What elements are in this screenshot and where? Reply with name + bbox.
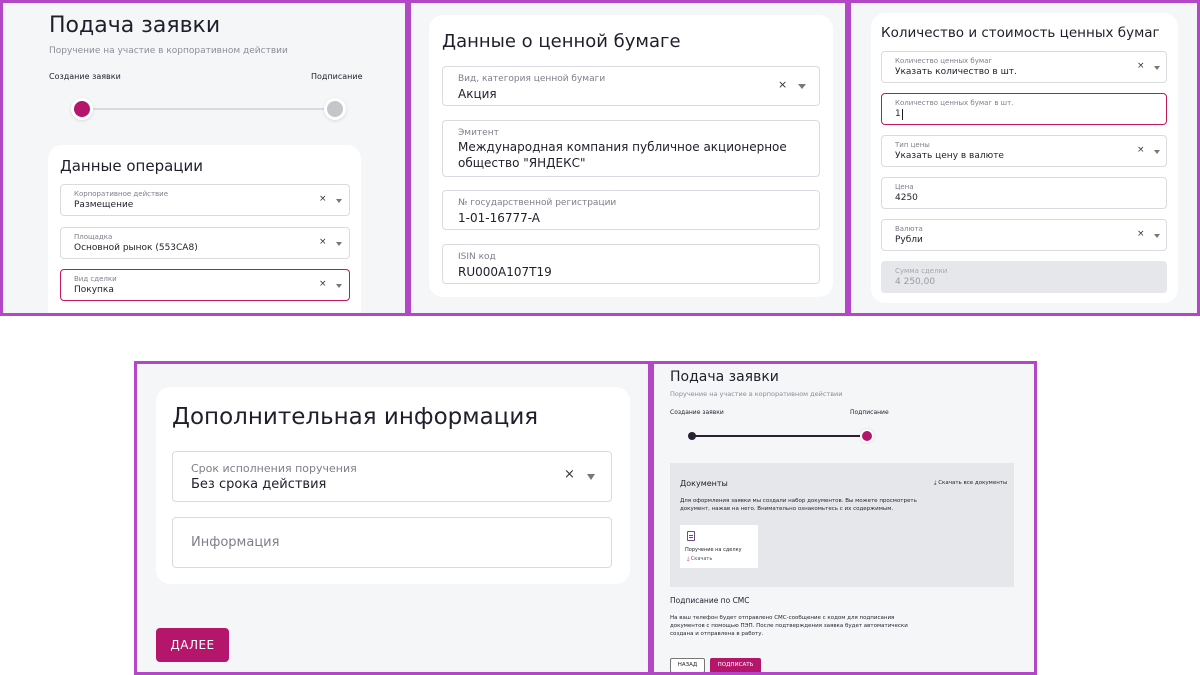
quantity-mode-select[interactable]: Количество ценных бумаг Указать количест… xyxy=(881,51,1167,83)
sms-title: Подписание по СМС xyxy=(670,596,750,605)
chevron-down-icon[interactable] xyxy=(336,199,342,203)
chevron-down-icon[interactable] xyxy=(1154,66,1160,70)
clear-x-icon[interactable]: × xyxy=(319,194,327,204)
document-download-link[interactable]: ⤓ Скачать xyxy=(687,556,712,562)
documents-text: Для оформления заявки мы создали набор д… xyxy=(680,498,917,504)
price-input[interactable]: Цена 4250 xyxy=(881,177,1167,209)
price-type-select[interactable]: Тип цены Указать цену в валюте × xyxy=(881,135,1167,167)
step-dot-sign xyxy=(327,101,343,117)
clear-x-icon[interactable]: × xyxy=(319,279,327,289)
section-title: Дополнительная информация xyxy=(172,404,539,430)
panel-quantity-price: Количество и стоимость ценных бумаг Коли… xyxy=(848,0,1200,316)
execution-term-select[interactable]: Срок исполнения поручения Без срока дейс… xyxy=(172,451,612,502)
text-cursor xyxy=(902,109,903,120)
deal-type-select[interactable]: Вид сделки Покупка × xyxy=(60,269,350,301)
step-dot-create xyxy=(74,101,90,117)
document-card[interactable]: Поручение на сделку ⤓ Скачать xyxy=(680,525,758,568)
step-dot-sign xyxy=(862,431,872,441)
clear-x-icon[interactable]: × xyxy=(1137,61,1145,71)
currency-select[interactable]: Валюта Рубли × xyxy=(881,219,1167,251)
section-title: Данные операции xyxy=(60,157,203,175)
page-subtitle: Поручение на участие в корпоративном дей… xyxy=(49,46,288,56)
step-label-sign: Подписание xyxy=(311,72,363,81)
step-label-create: Создание заявки xyxy=(670,409,724,416)
deal-amount-field: Сумма сделки 4 250,00 xyxy=(881,261,1167,293)
panel-security-data: Данные о ценной бумаге Вид, категория це… xyxy=(408,0,848,316)
registration-number-field[interactable]: № государственной регистрации 1-01-16777… xyxy=(442,190,820,230)
section-title: Данные о ценной бумаге xyxy=(442,31,681,52)
chevron-down-icon[interactable] xyxy=(798,84,806,89)
isin-field[interactable]: ISIN код RU000A107T19 xyxy=(442,244,820,284)
document-icon xyxy=(687,531,695,541)
panel-order-sign: Подача заявки Поручение на участие в кор… xyxy=(651,361,1037,675)
clear-x-icon[interactable]: × xyxy=(564,467,575,482)
page-title: Подача заявки xyxy=(49,13,221,38)
security-data-card: Данные о ценной бумаге Вид, категория це… xyxy=(429,15,833,297)
clear-x-icon[interactable]: × xyxy=(1137,145,1145,155)
operation-data-card: Данные операции Корпоративное действие Р… xyxy=(48,145,361,313)
chevron-down-icon[interactable] xyxy=(1154,234,1160,238)
documents-title: Документы xyxy=(680,479,728,488)
documents-section: Документы ⤓ Скачать все документы Для оф… xyxy=(670,463,1014,587)
additional-info-card: Дополнительная информация Срок исполнени… xyxy=(156,387,630,584)
sms-text: создана и отправлена в работу. xyxy=(670,631,764,637)
issuer-field[interactable]: Эмитент Международная компания публичное… xyxy=(442,120,820,177)
sms-text: документов с помощью ПЭП. После подтверж… xyxy=(670,623,908,629)
document-name: Поручение на сделку xyxy=(685,547,742,553)
platform-select[interactable]: Площадка Основной рынок (553CA8) × xyxy=(60,227,350,259)
download-all-link[interactable]: ⤓ Скачать все документы xyxy=(934,480,1007,487)
step-dot-create xyxy=(688,432,696,440)
security-type-select[interactable]: Вид, категория ценной бумаги Акция × xyxy=(442,66,820,106)
step-label-sign: Подписание xyxy=(850,409,889,416)
sign-button[interactable]: ПОДПИСАТЬ xyxy=(710,658,761,672)
information-input[interactable]: Информация xyxy=(172,517,612,568)
chevron-down-icon[interactable] xyxy=(336,242,342,246)
clear-x-icon[interactable]: × xyxy=(319,237,327,247)
chevron-down-icon[interactable] xyxy=(587,474,595,480)
sms-text: На ваш телефон будет отправлено СМС-сооб… xyxy=(670,615,895,621)
clear-x-icon[interactable]: × xyxy=(778,78,787,91)
corporate-action-select[interactable]: Корпоративное действие Размещение × xyxy=(60,184,350,216)
quantity-input[interactable]: Количество ценных бумаг в шт. 1 xyxy=(881,93,1167,125)
clear-x-icon[interactable]: × xyxy=(1137,229,1145,239)
step-label-create: Создание заявки xyxy=(49,72,121,81)
quantity-price-card: Количество и стоимость ценных бумаг Коли… xyxy=(871,13,1178,303)
panel-additional-info: Дополнительная информация Срок исполнени… xyxy=(134,361,651,675)
chevron-down-icon[interactable] xyxy=(1154,150,1160,154)
section-title: Количество и стоимость ценных бумаг xyxy=(881,25,1160,41)
download-icon: ⤓ xyxy=(934,480,937,486)
chevron-down-icon[interactable] xyxy=(336,284,342,288)
stepper-line xyxy=(694,435,866,437)
panel-order-start: Подача заявки Поручение на участие в кор… xyxy=(0,0,408,316)
page-subtitle: Поручение на участие в корпоративном дей… xyxy=(670,390,843,398)
documents-text: документ, нажав на него. Внимательно озн… xyxy=(680,506,894,512)
back-button[interactable]: НАЗАД xyxy=(670,658,705,672)
stepper-line xyxy=(83,108,335,110)
download-icon: ⤓ xyxy=(687,556,690,562)
next-button[interactable]: ДАЛЕЕ xyxy=(156,628,229,662)
page-title: Подача заявки xyxy=(670,369,779,385)
